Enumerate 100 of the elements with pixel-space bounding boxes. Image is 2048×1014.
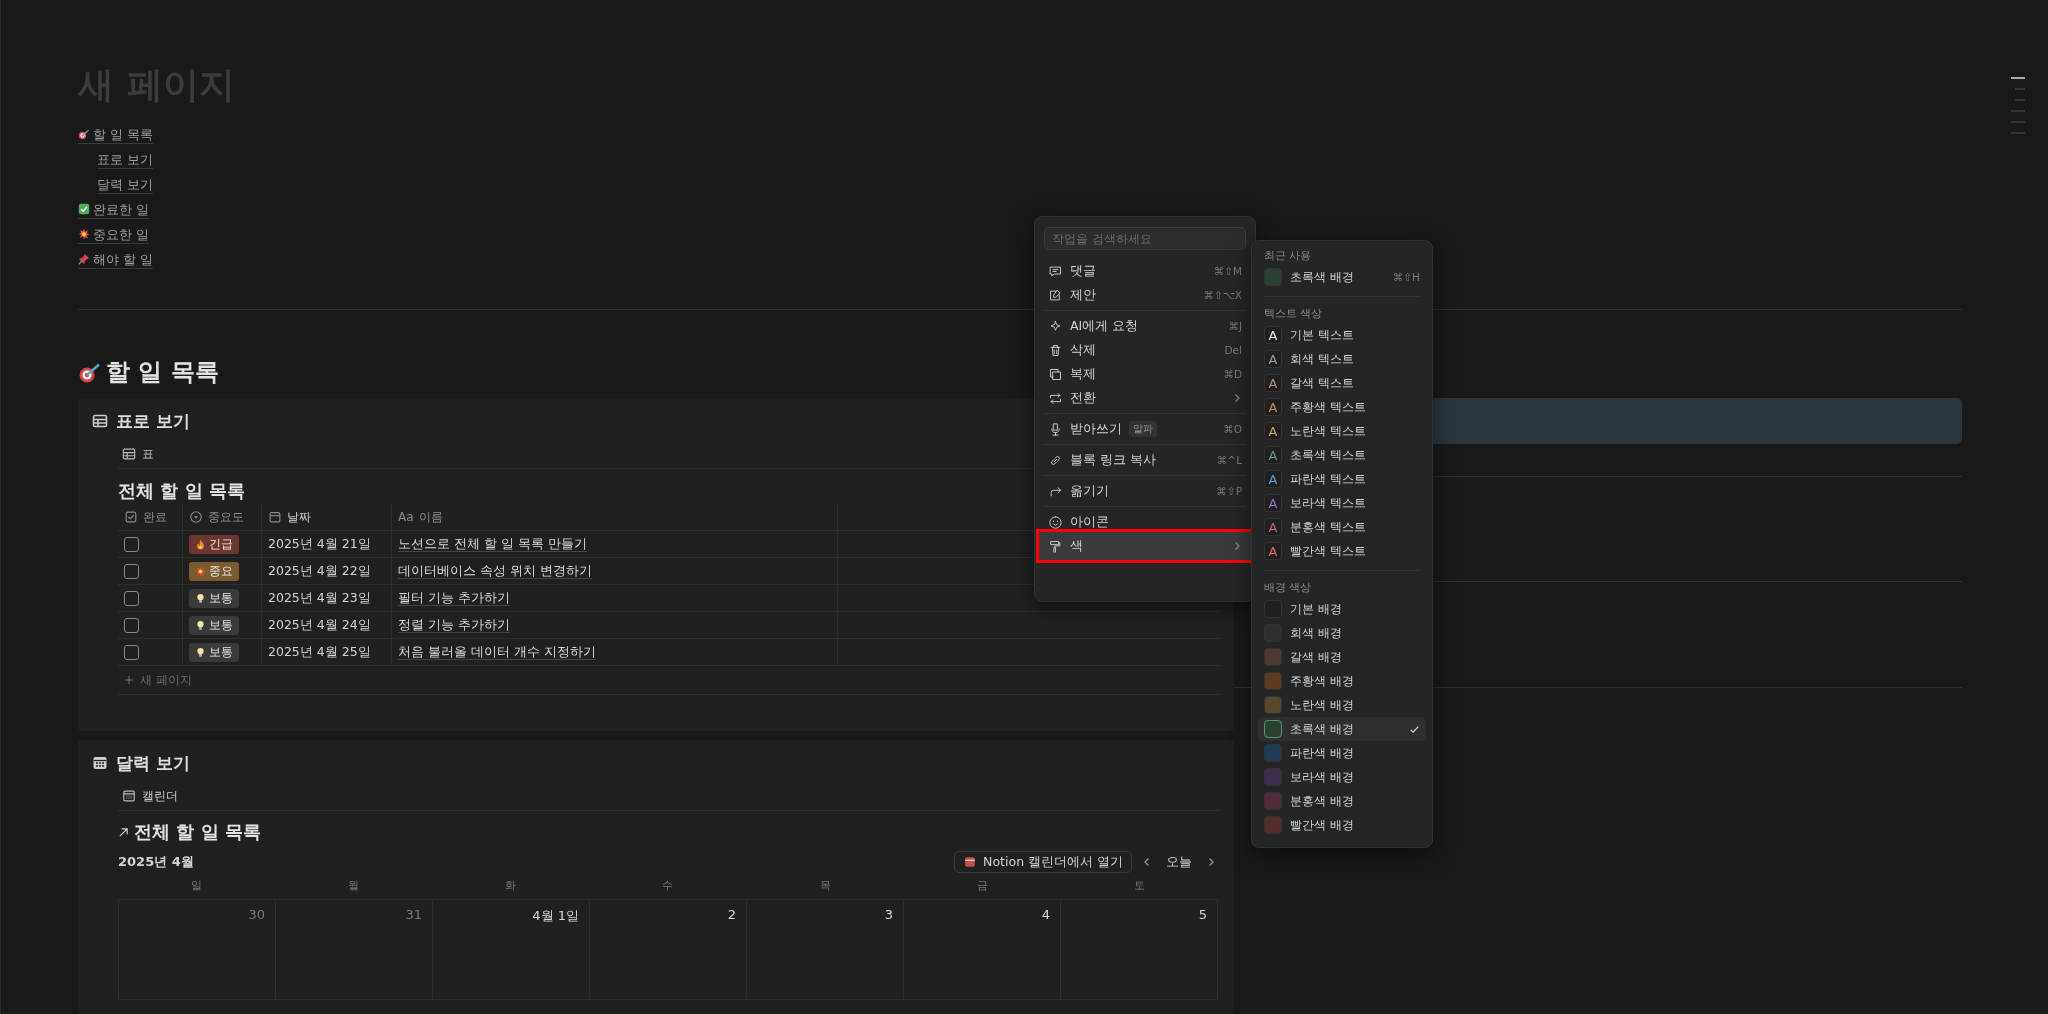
calendar-day-cell[interactable]: 3 — [747, 900, 904, 1000]
view-tab[interactable]: 표 — [118, 443, 158, 465]
text-color-swatch: A — [1264, 374, 1282, 392]
color-option[interactable]: 기본 배경 — [1258, 597, 1426, 621]
color-option[interactable]: 보라색 배경 — [1258, 765, 1426, 789]
menu-item[interactable]: 복제 ⌘D — [1044, 362, 1246, 386]
toc-link[interactable]: 할 일 목록 — [78, 125, 153, 144]
menu-item[interactable]: 댓글 ⌘⇧M — [1044, 259, 1246, 283]
toc-link[interactable]: 표로 보기 — [97, 150, 153, 169]
color-option[interactable]: A 기본 텍스트 — [1258, 323, 1426, 347]
color-option[interactable]: 분홍색 배경 — [1258, 789, 1426, 813]
menu-item[interactable]: 옮기기 ⌘⇧P — [1044, 479, 1246, 503]
bulb-icon — [195, 592, 206, 604]
color-option[interactable]: A 갈색 텍스트 — [1258, 371, 1426, 395]
page-link[interactable]: 처음 불러올 데이터 개수 지정하기 — [398, 644, 596, 660]
table-cell: 2025년 4월 23일 — [268, 589, 371, 607]
color-option[interactable]: A 회색 텍스트 — [1258, 347, 1426, 371]
color-option[interactable]: A 초록색 텍스트 — [1258, 443, 1426, 467]
checkbox[interactable] — [124, 563, 139, 579]
shortcut-label: ⌘⇧P — [1216, 485, 1242, 497]
toc-link[interactable]: 달력 보기 — [97, 175, 153, 194]
sparkle-icon — [1048, 318, 1063, 334]
column-header[interactable]: 중요도 — [189, 508, 244, 526]
weekday-label: 월 — [348, 877, 360, 893]
column-header[interactable]: 날짜 — [268, 508, 311, 526]
color-option[interactable]: A 주황색 텍스트 — [1258, 395, 1426, 419]
color-option[interactable]: 초록색 배경 ⌘⇧H — [1258, 265, 1426, 289]
toc-link[interactable]: 완료한 일 — [78, 200, 149, 219]
color-option[interactable]: 빨간색 배경 — [1258, 813, 1426, 837]
weekday-label: 수 — [662, 877, 674, 893]
color-option[interactable]: 초록색 배경 — [1258, 717, 1426, 741]
shortcut-label: ⌘^L — [1216, 454, 1242, 466]
tag-label: 긴급 — [209, 535, 233, 553]
tag-label: 보통 — [209, 616, 233, 634]
text-color-swatch: A — [1264, 542, 1282, 560]
toc-link[interactable]: 중요한 일 — [78, 225, 149, 244]
trash-icon — [1048, 342, 1063, 358]
chevron-right-icon — [1206, 857, 1216, 867]
checkbox[interactable] — [124, 617, 139, 633]
menu-item[interactable]: 제안 ⌘⇧⌥X — [1044, 283, 1246, 307]
today-button[interactable]: 오늘 — [1162, 853, 1196, 871]
shortcut-label: ⌘D — [1223, 368, 1242, 380]
section-heading: 할 일 목록 — [106, 357, 219, 388]
weekday-label: 일 — [191, 877, 203, 893]
text-color-swatch: A — [1264, 470, 1282, 488]
calendar-day-cell[interactable]: 2 — [590, 900, 747, 1000]
day-number: 3 — [884, 907, 893, 922]
page-outline-icon[interactable] — [2011, 77, 2025, 137]
color-option[interactable]: A 빨간색 텍스트 — [1258, 539, 1426, 563]
color-option[interactable]: 회색 배경 — [1258, 621, 1426, 645]
day-number: 31 — [405, 907, 422, 922]
target-icon — [78, 128, 90, 140]
checkbox[interactable] — [124, 644, 139, 660]
comment-icon — [1048, 263, 1063, 279]
calendar-day-cell[interactable]: 4월 1일 — [433, 900, 590, 1000]
color-option[interactable]: A 보라색 텍스트 — [1258, 491, 1426, 515]
weekday-label: 토 — [1133, 877, 1145, 893]
color-option[interactable]: 노란색 배경 — [1258, 693, 1426, 717]
calendar-day-cell[interactable]: 5 — [1061, 900, 1218, 1000]
calendar-day-cell[interactable]: 4 — [904, 900, 1061, 1000]
color-option[interactable]: A 분홍색 텍스트 — [1258, 515, 1426, 539]
menu-item[interactable]: 받아쓰기 알파 ⌘O — [1044, 417, 1246, 441]
shortcut-label: ⌘⇧⌥X — [1203, 289, 1242, 301]
search-field[interactable]: 작업을 검색하세요 — [1044, 227, 1246, 250]
page-link[interactable]: 필터 기능 추가하기 — [398, 590, 510, 606]
color-option[interactable]: 주황색 배경 — [1258, 669, 1426, 693]
tag-label: 보통 — [209, 589, 233, 607]
open-calendar-button[interactable]: Notion 캘린더에서 열기 — [954, 851, 1132, 873]
column-header[interactable]: Aa 이름 — [398, 508, 443, 526]
menu-item[interactable]: 블록 링크 복사 ⌘^L — [1044, 448, 1246, 472]
swap-icon — [1048, 390, 1063, 406]
color-option[interactable]: A 노란색 텍스트 — [1258, 419, 1426, 443]
calendar-day-cell[interactable]: 31 — [276, 900, 433, 1000]
menu-item[interactable]: 삭제 Del — [1044, 338, 1246, 362]
checkbox[interactable] — [124, 536, 139, 552]
column-header[interactable]: 완료 — [124, 508, 167, 526]
color-option[interactable]: 파란색 배경 — [1258, 741, 1426, 765]
page-link[interactable]: 노션으로 전체 할 일 목록 만들기 — [398, 536, 587, 552]
day-number: 2 — [727, 907, 736, 922]
menu-item[interactable]: 색 — [1036, 529, 1254, 563]
menu-item[interactable]: AI에게 요청 ⌘J — [1044, 314, 1246, 338]
day-number: 30 — [248, 907, 265, 922]
section-label: 최근 사용 — [1263, 248, 1313, 263]
edit-icon — [1048, 287, 1063, 303]
calendar-icon — [963, 855, 978, 869]
shortcut-label: Del — [1224, 344, 1242, 356]
calendar-icon — [92, 755, 108, 771]
page-link[interactable]: 정렬 기능 추가하기 — [398, 617, 510, 633]
checkbox[interactable] — [124, 590, 139, 606]
calendar-day-cell[interactable]: 30 — [119, 900, 276, 1000]
day-number: 5 — [1198, 907, 1207, 922]
badge: 알파 — [1129, 421, 1157, 437]
toc-link[interactable]: 해야 할 일 — [78, 250, 153, 269]
menu-item[interactable]: 전환 — [1044, 386, 1246, 410]
color-option[interactable]: 갈색 배경 — [1258, 645, 1426, 669]
page-link[interactable]: 데이터베이스 속성 위치 변경하기 — [398, 563, 592, 579]
color-option[interactable]: A 파란색 텍스트 — [1258, 467, 1426, 491]
text-color-swatch: A — [1264, 326, 1282, 344]
burst-icon — [195, 565, 206, 577]
view-tab[interactable]: 캘린더 — [118, 785, 182, 807]
